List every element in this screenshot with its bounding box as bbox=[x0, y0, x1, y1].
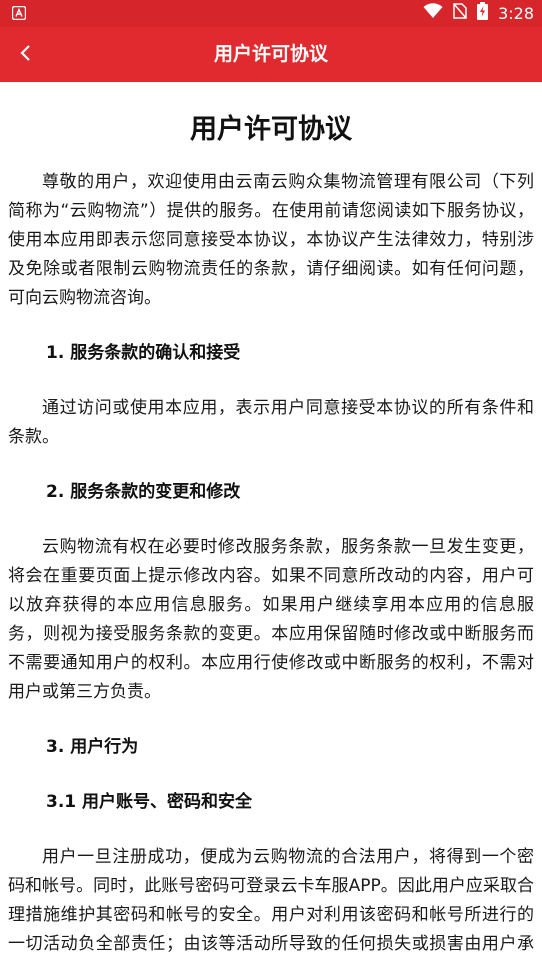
app-bar: 用户许可协议 bbox=[0, 27, 542, 82]
status-bar: 3:28 bbox=[0, 0, 542, 27]
page-title: 用户许可协议 bbox=[213, 43, 328, 65]
battery-charging-icon bbox=[477, 2, 489, 24]
section-paragraph: 云购物流有权在必要时修改服务条款，服务条款一旦发生变更，将会在重要页面上提示修改… bbox=[8, 537, 534, 702]
section-paragraph: 通过访问或使用本应用，表示用户同意接受本协议的所有条件和条款。 bbox=[8, 398, 534, 447]
wifi-icon bbox=[423, 3, 443, 23]
section-heading: 2. 服务条款的变更和修改 bbox=[46, 482, 241, 502]
agreement-content[interactable]: 用户许可协议 尊敬的用户，欢迎使用由云南云购众集物流管理有限公司（下列简称为“云… bbox=[0, 82, 542, 963]
app-notification-icon bbox=[11, 5, 27, 21]
section-heading: 1. 服务条款的确认和接受 bbox=[46, 343, 241, 363]
intro-paragraph: 尊敬的用户，欢迎使用由云南云购众集物流管理有限公司（下列简称为“云购物流”）提供… bbox=[8, 172, 534, 308]
section-heading: 3. 用户行为 bbox=[46, 737, 139, 757]
section-paragraph: 用户一旦注册成功，便成为云购物流的合法用户，将得到一个密码和帐号。同时，此账号密… bbox=[8, 847, 534, 954]
status-time: 3:28 bbox=[498, 3, 534, 23]
no-sim-icon bbox=[453, 3, 467, 23]
subsection-heading: 3.1 用户账号、密码和安全 bbox=[46, 792, 253, 812]
document-title: 用户许可协议 bbox=[190, 114, 352, 145]
